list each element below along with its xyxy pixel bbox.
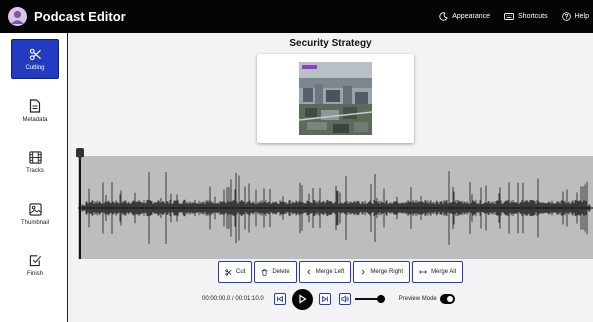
- document-icon: [29, 99, 41, 113]
- sidebar-item-finish[interactable]: Finish: [11, 245, 59, 285]
- sidebar-item-label: Metadata: [22, 117, 48, 123]
- checkbox-icon: [29, 254, 41, 266]
- sidebar-item-label: Tracks: [26, 167, 44, 174]
- playhead-handle[interactable]: [76, 148, 84, 160]
- cut-button[interactable]: Cut: [218, 261, 253, 283]
- keyboard-icon: [504, 13, 514, 20]
- play-button[interactable]: [291, 288, 313, 310]
- appearance-button[interactable]: Appearance: [439, 12, 490, 21]
- skip-to-start-button[interactable]: [273, 293, 286, 305]
- skip-to-end-button[interactable]: [318, 293, 331, 305]
- app-logo: [8, 7, 27, 26]
- playhead: [79, 156, 81, 259]
- trash-icon: [262, 268, 268, 276]
- chevron-left-icon: [306, 269, 310, 275]
- shortcuts-label: Shortcuts: [518, 13, 548, 20]
- scissors-icon: [29, 48, 41, 60]
- volume-thumb[interactable]: [377, 295, 386, 303]
- preview-mode-toggle[interactable]: [439, 294, 455, 304]
- volume-slider[interactable]: [354, 295, 386, 303]
- image-icon: [28, 202, 42, 216]
- top-bar: Podcast Editor Appearance Shortcuts Help: [0, 0, 593, 33]
- merge-left-button[interactable]: Merge Left: [298, 261, 352, 283]
- cut-label: Cut: [236, 269, 246, 275]
- arrows-horizontal-icon: [419, 270, 427, 274]
- volume-button[interactable]: [338, 293, 351, 305]
- shortcuts-button[interactable]: Shortcuts: [504, 12, 548, 21]
- thumbnail-image: [299, 62, 372, 135]
- audio-track[interactable]: [78, 156, 593, 259]
- scissors-icon: [225, 268, 232, 276]
- merge-left-label: Merge Left: [315, 269, 345, 275]
- sidebar-item-metadata[interactable]: Metadata: [11, 91, 59, 131]
- help-icon: [561, 12, 571, 21]
- sidebar-item-label: Finish: [26, 270, 43, 277]
- skip-to-end-icon: [321, 295, 328, 303]
- appearance-icon: [439, 12, 449, 21]
- edit-toolbar: Cut Delete Merge Left Merge Right Merge …: [218, 261, 464, 283]
- thumbnail-preview-card: [257, 54, 414, 143]
- merge-right-button[interactable]: Merge Right: [353, 261, 411, 283]
- sidebar: Cutting Metadata Tracks Thumbnail Finish: [0, 33, 68, 322]
- episode-title: Security Strategy: [289, 38, 372, 49]
- play-icon: [299, 294, 307, 304]
- merge-all-button[interactable]: Merge All: [412, 261, 464, 283]
- help-button[interactable]: Help: [561, 12, 589, 21]
- film-icon: [28, 150, 42, 164]
- skip-to-start-icon: [276, 295, 283, 303]
- delete-label: Delete: [272, 269, 290, 275]
- thumbnail-title-badge: [302, 65, 317, 69]
- delete-button[interactable]: Delete: [254, 261, 297, 283]
- sidebar-item-label: Thumbnail: [20, 219, 49, 226]
- preview-mode-label: Preview Mode: [398, 296, 437, 302]
- chevron-right-icon: [362, 269, 366, 275]
- sidebar-item-tracks[interactable]: Tracks: [11, 142, 59, 182]
- app-title: Podcast Editor: [34, 9, 126, 24]
- sidebar-item-label: Cutting: [25, 64, 45, 71]
- appearance-label: Appearance: [452, 13, 491, 20]
- editor-main: Security Strategy Cut Delete Merge Left …: [68, 33, 593, 322]
- merge-right-label: Merge Right: [370, 269, 404, 275]
- speaker-icon: [341, 295, 349, 303]
- sidebar-item-thumbnail[interactable]: Thumbnail: [11, 194, 59, 234]
- merge-all-label: Merge All: [431, 269, 457, 275]
- help-label: Help: [574, 13, 589, 20]
- time-readout: 00:00:00.0 / 00:01:10.0: [202, 296, 264, 302]
- sidebar-item-cutting[interactable]: Cutting: [11, 39, 59, 79]
- waveform: [78, 171, 593, 245]
- toggle-knob: [446, 296, 453, 302]
- playback-controls: 00:00:00.0 / 00:01:10.0 Preview Mode: [202, 288, 455, 310]
